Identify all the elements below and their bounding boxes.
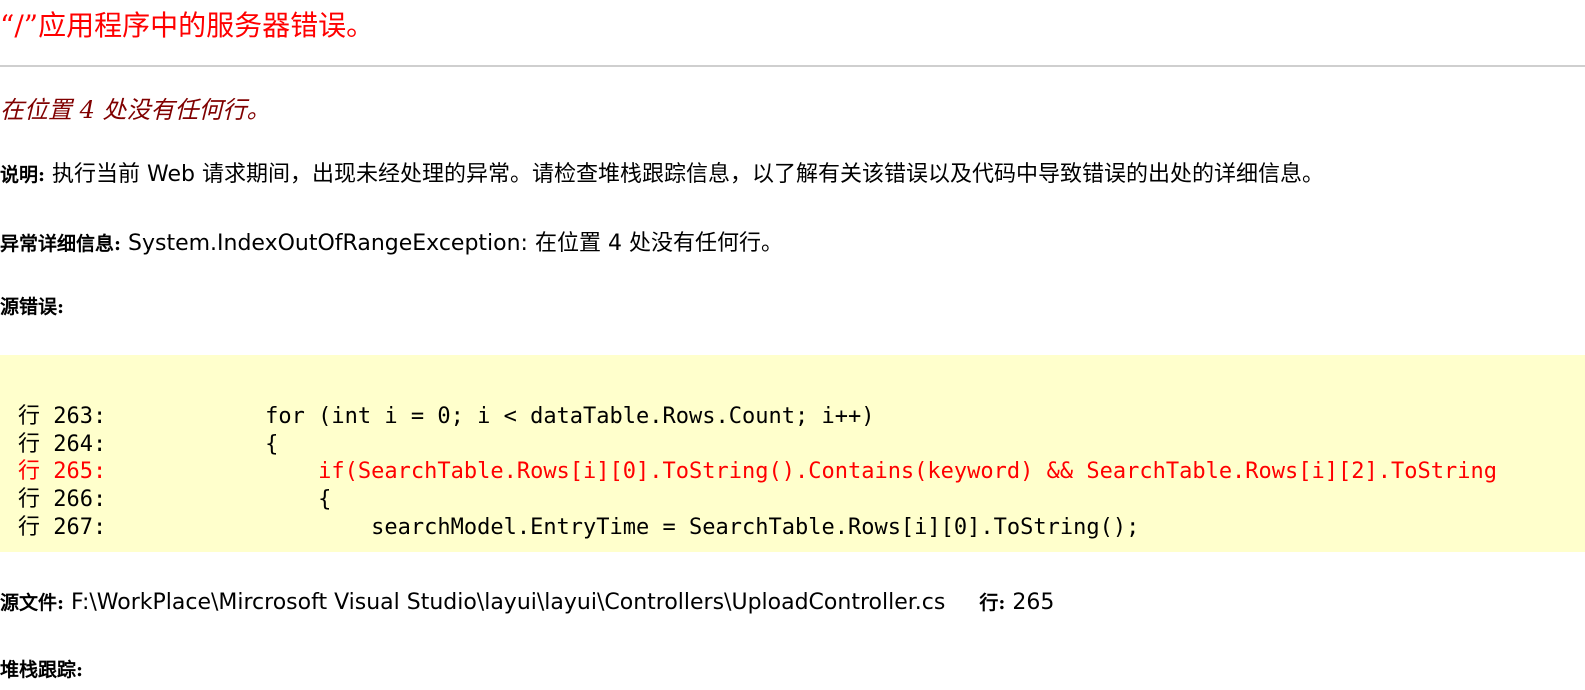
source-file-label: 源文件: <box>0 592 65 614</box>
code-line: 行 267: searchModel.EntryTime = SearchTab… <box>18 515 1140 540</box>
source-error-section: 源错误: <box>0 292 64 319</box>
description-label: 说明: <box>0 164 46 186</box>
stack-trace-section: 堆栈跟踪: <box>0 655 83 682</box>
source-file-path: F:\WorkPlace\Mircrosoft Visual Studio\la… <box>64 590 946 615</box>
title-divider <box>0 65 1585 67</box>
line-number: 265 <box>1005 590 1055 615</box>
stack-trace-label: 堆栈跟踪: <box>0 659 84 681</box>
source-file-section: 源文件: F:\WorkPlace\Mircrosoft Visual Stud… <box>0 588 1054 615</box>
error-message-heading: 在位置 4 处没有任何行。 <box>0 96 271 124</box>
exception-details-section: 异常详细信息: System.IndexOutOfRangeException:… <box>0 225 783 257</box>
description-section: 说明: 执行当前 Web 请求期间，出现未经处理的异常。请检查堆栈跟踪信息，以了… <box>0 156 1324 188</box>
description-text: 执行当前 Web 请求期间，出现未经处理的异常。请检查堆栈跟踪信息，以了解有关该… <box>45 162 1324 187</box>
line-label: 行: <box>979 592 1006 614</box>
source-code-block: 行 263: for (int i = 0; i < dataTable.Row… <box>0 355 1585 552</box>
source-error-label: 源错误: <box>0 296 65 318</box>
page-title: “/”应用程序中的服务器错误。 <box>0 9 375 42</box>
exception-details-text: System.IndexOutOfRangeException: 在位置 4 处… <box>121 231 783 256</box>
exception-details-label: 异常详细信息: <box>0 233 122 255</box>
